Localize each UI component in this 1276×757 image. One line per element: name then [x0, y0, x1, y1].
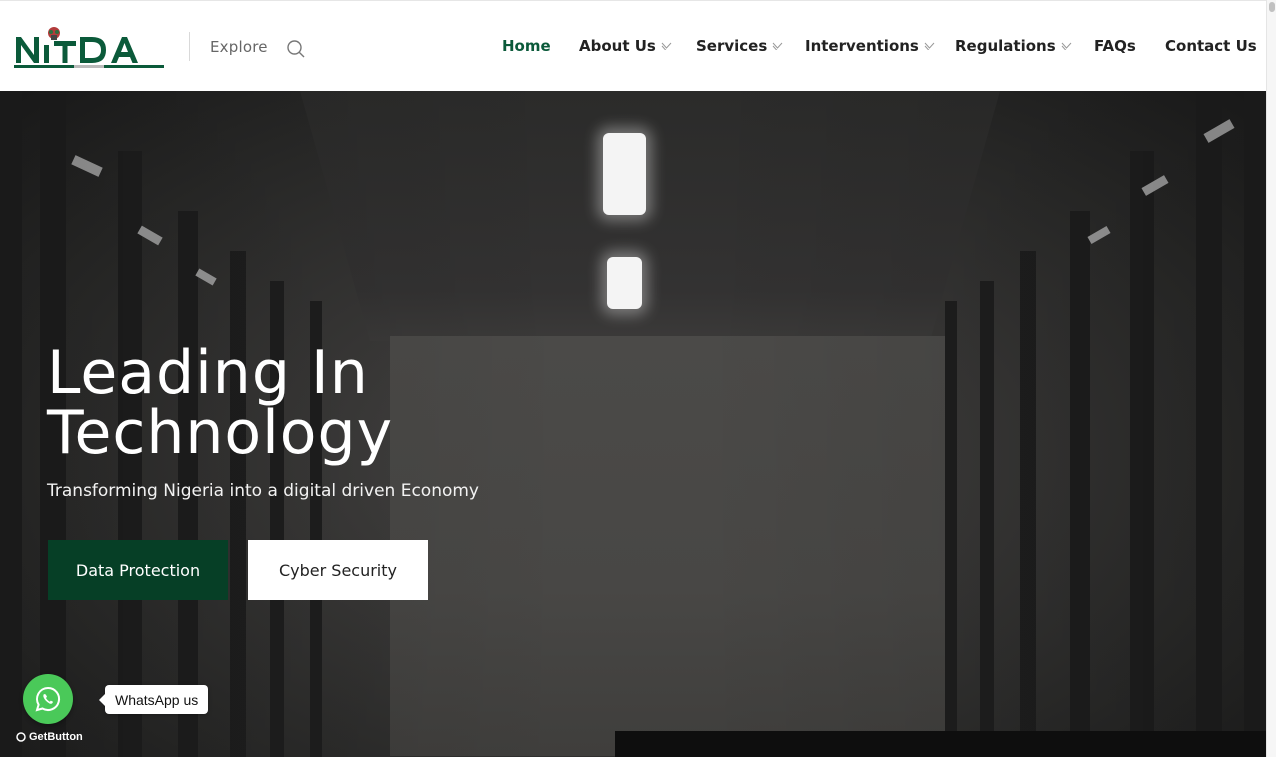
- nav-item-interventions[interactable]: Interventions: [805, 37, 935, 55]
- getbutton-icon: [16, 732, 26, 742]
- scrollbar-thumb[interactable]: [1269, 2, 1275, 12]
- nav-label: Home: [502, 37, 551, 55]
- cyber-security-button[interactable]: Cyber Security: [248, 540, 428, 600]
- nitda-logo-mark: [14, 27, 164, 68]
- page-scrollbar[interactable]: [1266, 0, 1276, 757]
- chevron-down-icon: [661, 42, 672, 50]
- nav-item-about-us[interactable]: About Us: [579, 37, 672, 55]
- site-header: Explore Home About Us Services Intervent…: [0, 0, 1266, 91]
- hero-subtitle: Transforming Nigeria into a digital driv…: [47, 481, 479, 501]
- header-divider: [189, 32, 190, 61]
- whatsapp-button[interactable]: [23, 674, 73, 724]
- nav-label: About Us: [579, 37, 656, 55]
- hero-title: Leading In Technology: [47, 343, 547, 463]
- hero-title-line2: Technology: [47, 398, 394, 468]
- explore-label[interactable]: Explore: [210, 38, 268, 56]
- nav-label: Services: [696, 37, 768, 55]
- chevron-down-icon: [924, 42, 935, 50]
- nav-label: Interventions: [805, 37, 919, 55]
- chevron-down-icon: [772, 42, 783, 50]
- whatsapp-tooltip[interactable]: WhatsApp us: [98, 685, 209, 714]
- data-protection-button[interactable]: Data Protection: [48, 540, 228, 600]
- bottom-panel-edge: [615, 731, 1266, 757]
- nav-label: Regulations: [955, 37, 1056, 55]
- getbutton-label: GetButton: [29, 731, 83, 743]
- nav-label: FAQs: [1094, 37, 1136, 55]
- whatsapp-icon: [35, 686, 60, 712]
- search-icon[interactable]: [286, 39, 306, 59]
- hero-banner: Leading In Technology Transforming Niger…: [0, 91, 1266, 757]
- nav-item-regulations[interactable]: Regulations: [955, 37, 1072, 55]
- nav-item-faqs[interactable]: FAQs: [1094, 37, 1136, 55]
- nav-item-home[interactable]: Home: [502, 37, 551, 55]
- nav-label: Contact Us: [1165, 37, 1257, 55]
- chevron-down-icon: [1061, 42, 1072, 50]
- nitda-logo[interactable]: [14, 23, 164, 69]
- getbutton-credit[interactable]: GetButton: [16, 731, 83, 743]
- nav-item-contact-us[interactable]: Contact Us: [1165, 37, 1257, 55]
- nav-item-services[interactable]: Services: [696, 37, 783, 55]
